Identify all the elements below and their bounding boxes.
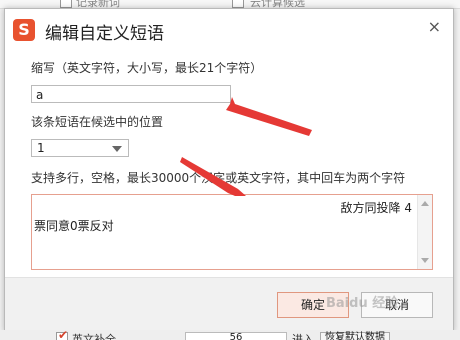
- edit-phrase-dialog: S 编辑自定义短语 × 缩写（英文字符，大小写，最长21个字符） a 该条短语在…: [4, 8, 454, 332]
- position-value: 1: [37, 141, 45, 155]
- background-window-bottom: ✔ 英文补全 56 进入 恢复默认数据: [0, 330, 460, 340]
- position-select[interactable]: 1: [31, 139, 129, 157]
- chevron-down-icon: [112, 146, 122, 152]
- background-checkbox: [60, 0, 72, 8]
- background-value-box: 56: [185, 332, 287, 340]
- scroll-up-icon[interactable]: [421, 201, 429, 206]
- content-label: 支持多行，空格，最长30000个汉字或英文字符，其中回车为两个字符: [31, 171, 406, 185]
- abbr-label: 缩写（英文字符，大小写，最长21个字符）: [31, 61, 263, 75]
- content-line: 票同意0票反对: [34, 219, 114, 233]
- position-label: 该条短语在候选中的位置: [31, 115, 164, 129]
- sogou-logo-icon: S: [13, 19, 35, 41]
- textarea-scrollbar[interactable]: [417, 195, 432, 269]
- scroll-down-icon[interactable]: [421, 258, 429, 263]
- background-checkbox: [232, 0, 244, 8]
- abbr-input[interactable]: a: [31, 85, 231, 103]
- check-icon: ✔: [58, 330, 69, 340]
- phrase-content-textarea[interactable]: 敌方同投降 4 票同意0票反对: [31, 194, 433, 270]
- background-label: 英文补全: [72, 333, 116, 340]
- content-line: 敌方同投降 4: [340, 201, 412, 215]
- watermark: Baidu 经验: [326, 296, 399, 311]
- background-label: 进入: [292, 333, 314, 340]
- dialog-title: 编辑自定义短语: [45, 24, 164, 44]
- close-icon[interactable]: ×: [428, 17, 441, 36]
- dialog-titlebar: S 编辑自定义短语 ×: [5, 9, 453, 49]
- background-restore-button: 恢复默认数据: [320, 332, 390, 340]
